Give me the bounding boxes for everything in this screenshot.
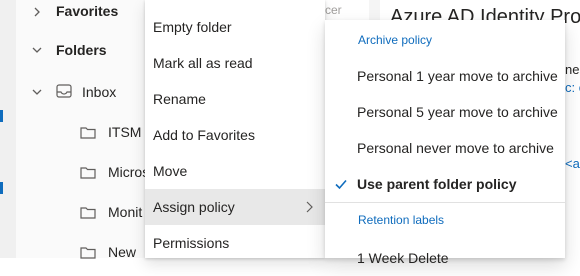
menu-divider <box>325 202 565 203</box>
checkmark-icon <box>335 179 347 190</box>
assign-policy-submenu: Archive policy Personal 1 year move to a… <box>325 20 565 266</box>
policy-option-label: Personal 5 year move to archive <box>357 104 558 120</box>
sidebar-item-folder[interactable]: Micros <box>108 163 149 181</box>
folders-label[interactable]: Folders <box>56 41 107 59</box>
folder-pane: Favorites Folders Inbox ITSM Micros Moni… <box>16 0 149 261</box>
retention-labels-header: Retention labels <box>358 213 445 227</box>
message-text: nes <box>565 62 580 77</box>
folder-icon <box>80 167 96 179</box>
left-app-rail <box>0 0 16 258</box>
retention-option-label: 1 Week Delete <box>357 250 449 266</box>
menu-item-label: Empty folder <box>153 19 232 35</box>
sidebar-item-folder[interactable]: ITSM <box>108 123 141 141</box>
rail-indicator <box>0 182 3 194</box>
menu-item-empty-folder[interactable]: Empty folder <box>145 9 325 45</box>
menu-item-label: Assign policy <box>153 199 235 215</box>
archive-policy-header: Archive policy <box>358 33 433 47</box>
favorites-label[interactable]: Favorites <box>56 2 118 20</box>
menu-item-rename[interactable]: Rename <box>145 81 325 117</box>
policy-option-label: Use parent folder policy <box>357 176 517 192</box>
folder-icon <box>80 127 96 139</box>
menu-item-label: Mark all as read <box>153 55 253 71</box>
menu-item-assign-policy[interactable]: Assign policy <box>145 189 325 225</box>
message-link[interactable]: <a <box>565 156 580 171</box>
sidebar-item-inbox[interactable]: Inbox <box>82 83 116 101</box>
retention-option[interactable]: 1 Week Delete <box>325 240 565 276</box>
chevron-down-icon[interactable] <box>30 43 44 57</box>
policy-option[interactable]: Personal 5 year move to archive <box>325 94 565 130</box>
menu-item-move[interactable]: Move <box>145 153 325 189</box>
folder-context-menu: Empty folder Mark all as read Rename Add… <box>145 0 325 258</box>
rail-indicator <box>0 110 3 122</box>
chevron-right-icon[interactable] <box>30 5 44 19</box>
policy-option[interactable]: Personal 1 year move to archive <box>325 58 565 94</box>
menu-item-mark-all-read[interactable]: Mark all as read <box>145 45 325 81</box>
policy-option-selected[interactable]: Use parent folder policy <box>325 166 565 202</box>
menu-item-add-to-favorites[interactable]: Add to Favorites <box>145 117 325 153</box>
policy-option-label: Personal never move to archive <box>357 140 554 156</box>
folder-icon <box>80 207 96 219</box>
policy-option-label: Personal 1 year move to archive <box>357 68 558 84</box>
inbox-icon <box>56 84 72 98</box>
policy-option[interactable]: Personal never move to archive <box>325 130 565 166</box>
menu-item-label: Rename <box>153 91 206 107</box>
sidebar-item-folder[interactable]: New <box>108 243 136 261</box>
menu-item-label: Add to Favorites <box>153 127 255 143</box>
folder-icon <box>80 247 96 259</box>
chevron-right-icon <box>306 201 313 213</box>
menu-item-permissions[interactable]: Permissions <box>145 225 325 261</box>
menu-item-label: Move <box>153 163 188 179</box>
message-link[interactable]: c: co <box>565 80 580 95</box>
chevron-down-icon[interactable] <box>30 85 44 99</box>
menu-item-label: Permissions <box>153 235 230 251</box>
message-snippet: cer <box>325 3 342 17</box>
sidebar-item-folder[interactable]: Monit <box>108 203 142 221</box>
